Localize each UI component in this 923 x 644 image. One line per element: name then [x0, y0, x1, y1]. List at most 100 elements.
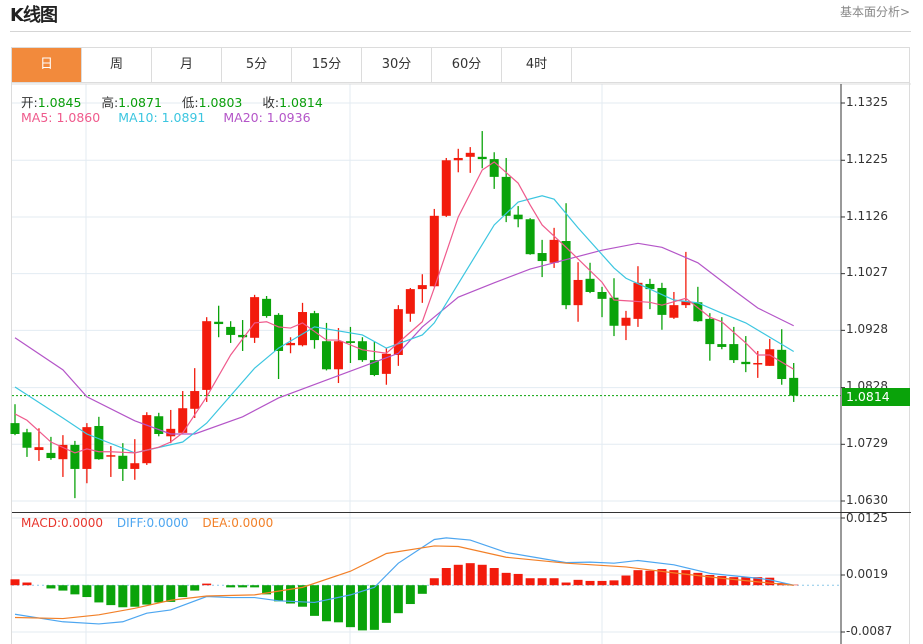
candle-body	[465, 152, 475, 157]
candle	[501, 157, 511, 223]
candle-body	[585, 278, 595, 292]
candle	[429, 208, 439, 287]
candle	[441, 157, 451, 217]
ohlc-readout: 开:1.0845 高:1.0871 低:1.0803 收:1.0814	[21, 92, 339, 111]
macd-bar	[142, 585, 152, 605]
ma10-legend: MA10: 1.0891	[118, 110, 206, 125]
price-tick: 1.1126	[846, 209, 888, 223]
macd-tick: 0.0125	[846, 511, 888, 525]
candle-body	[393, 309, 403, 355]
macd-bar	[70, 585, 80, 595]
macd-bar	[10, 579, 20, 586]
candle	[525, 218, 535, 255]
low-value: 1.0803	[198, 95, 243, 110]
macd-bar	[621, 575, 631, 586]
macd-bar	[238, 585, 248, 588]
candle-body	[214, 321, 224, 325]
candle-body	[298, 312, 308, 346]
candle-body	[321, 341, 331, 370]
candle-body	[441, 160, 451, 216]
candle-body	[345, 341, 355, 343]
ma20-line	[14, 242, 794, 435]
candle	[777, 329, 787, 385]
macd-bar	[729, 577, 739, 586]
candle-body	[70, 444, 80, 469]
candle	[477, 131, 487, 169]
candle	[22, 428, 32, 457]
macd-legend: MACD:0.0000 DIFF:0.0000 DEA:0.0000	[21, 516, 283, 530]
candle-body	[226, 326, 236, 335]
candles	[10, 131, 799, 499]
macd-legend-macd: MACD:0.0000	[21, 516, 104, 530]
candle-body	[190, 391, 200, 409]
macd-bar	[154, 585, 164, 603]
close-label: 收:	[262, 95, 280, 110]
candle	[417, 274, 427, 303]
ma-legend: MA5: 1.0860 MA10: 1.0891 MA20: 1.0936	[21, 110, 319, 125]
price-tick: 1.1027	[846, 265, 888, 279]
grid	[12, 83, 911, 644]
candle	[166, 409, 176, 444]
candle	[741, 336, 751, 373]
macd-bar	[477, 564, 487, 586]
candle-body	[405, 289, 415, 314]
candle	[142, 412, 152, 465]
candle-body	[657, 287, 667, 315]
open-value: 1.0845	[37, 95, 82, 110]
candle-body	[705, 318, 715, 345]
candle	[561, 203, 571, 310]
candle	[621, 310, 631, 341]
ma5-legend: MA5: 1.0860	[21, 110, 101, 125]
macd-bar	[393, 585, 403, 614]
macd-bar	[537, 578, 547, 586]
candle	[46, 436, 56, 460]
candle-body	[477, 156, 487, 160]
candle	[669, 291, 679, 319]
candle-body	[46, 452, 56, 459]
candle-body	[537, 253, 547, 262]
candle	[10, 404, 20, 436]
macd-bar	[573, 579, 583, 586]
price-tick: 1.0928	[846, 322, 888, 336]
macd-bar	[441, 568, 451, 586]
macd-bar	[501, 572, 511, 586]
candle	[202, 317, 212, 402]
macd-bar	[82, 585, 92, 598]
macd-bar	[106, 585, 116, 606]
macd-bar	[226, 585, 236, 588]
candle	[58, 435, 68, 477]
macd-bar	[202, 583, 212, 586]
candle	[250, 294, 260, 343]
macd-bar	[633, 570, 643, 586]
candle-body	[525, 219, 535, 255]
ma10-line	[14, 195, 795, 454]
macd-bar	[46, 585, 56, 589]
candle	[262, 295, 272, 318]
macd-bar	[417, 585, 427, 594]
macd-bar	[274, 585, 284, 602]
macd-bar	[321, 585, 331, 622]
macd-bar	[453, 564, 463, 586]
macd-bar	[513, 573, 523, 586]
candle	[130, 439, 140, 480]
indicator-lines	[14, 161, 795, 625]
candle-body	[513, 214, 523, 220]
candle	[489, 152, 499, 189]
macd-bar	[130, 585, 140, 607]
open-label: 开:	[21, 95, 38, 110]
candle	[154, 412, 164, 437]
candle-body	[729, 344, 739, 361]
macd-bar	[561, 582, 571, 586]
candle-body	[741, 361, 751, 365]
low-label: 低:	[181, 95, 199, 110]
macd-bar	[190, 585, 200, 591]
macd-tick: 0.0019	[846, 567, 888, 581]
candle	[705, 313, 715, 361]
macd-tick: -0.0087	[846, 624, 893, 638]
macd-bar	[609, 580, 619, 586]
candle-body	[669, 305, 679, 318]
price-tick: 1.1325	[846, 95, 888, 109]
macd-bar	[345, 585, 355, 628]
candle	[657, 282, 667, 330]
candle-body	[34, 447, 44, 451]
